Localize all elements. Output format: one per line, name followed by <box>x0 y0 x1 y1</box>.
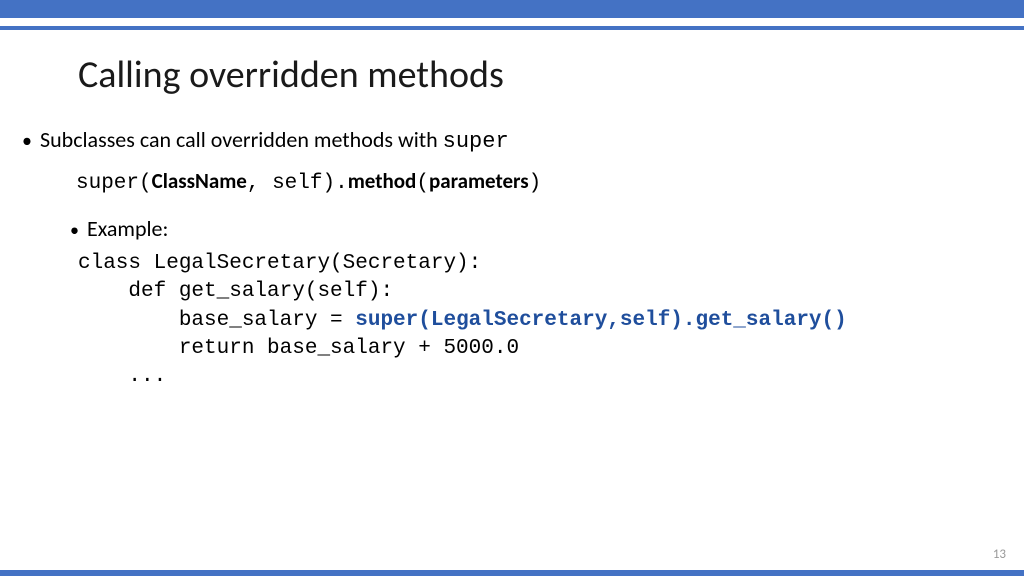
code-line-5: ... <box>78 365 166 388</box>
header-bar-thin <box>0 26 1024 30</box>
code-line-1: class LegalSecretary(Secretary): <box>78 252 481 275</box>
slide-title: Calling overridden methods <box>78 52 1024 98</box>
syntax-method: method <box>348 168 417 194</box>
slide-content: • Subclasses can call overridden methods… <box>22 126 1024 392</box>
bullet1-prefix: Subclasses can call overridden methods w… <box>40 126 443 153</box>
code-block: class LegalSecretary(Secretary): def get… <box>78 250 1024 392</box>
syntax-template: super(ClassName, self).method(parameters… <box>76 168 1024 195</box>
footer-bar <box>0 570 1024 576</box>
code-line-4: return base_salary + 5000.0 <box>78 337 519 360</box>
header-bar-thick <box>0 0 1024 18</box>
bullet-level2: • Example: <box>70 215 1024 242</box>
code-line-3a: base_salary = <box>78 309 355 332</box>
code-highlight: super(LegalSecretary,self).get_salary() <box>355 309 846 332</box>
syntax-classname: ClassName <box>152 168 247 194</box>
syntax-p1: super( <box>76 172 152 195</box>
page-number: 13 <box>993 547 1006 562</box>
keyword-super: super <box>443 129 509 154</box>
bullet-dot: • <box>70 221 79 239</box>
code-line-2: def get_salary(self): <box>78 280 393 303</box>
bullet-level1: • Subclasses can call overridden methods… <box>22 126 1024 154</box>
syntax-p3: ( <box>416 172 429 195</box>
syntax-p4: ) <box>529 172 542 195</box>
bullet2-text: Example: <box>87 215 168 242</box>
syntax-p2: , self). <box>247 172 348 195</box>
bullet1-text: Subclasses can call overridden methods w… <box>40 126 509 154</box>
bullet-dot: • <box>22 131 32 151</box>
syntax-params: parameters <box>429 168 529 194</box>
header-gap <box>0 18 1024 26</box>
